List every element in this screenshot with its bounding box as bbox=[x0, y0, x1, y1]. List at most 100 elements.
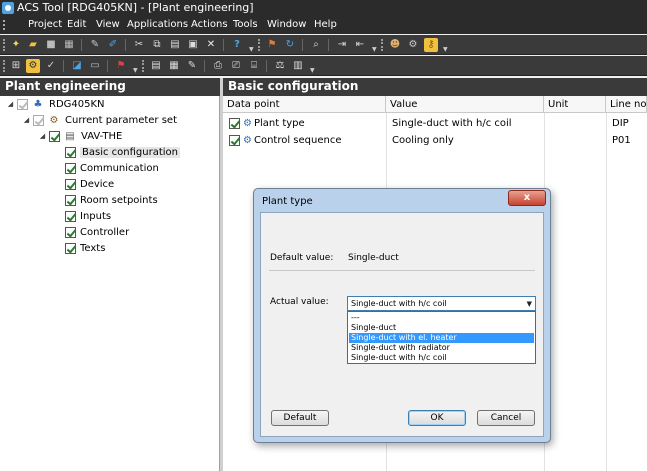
brush-icon[interactable]: ✎ bbox=[88, 38, 102, 52]
edit-pen-icon[interactable]: ✐ bbox=[106, 38, 120, 52]
panel-icon[interactable]: ▭ bbox=[88, 59, 102, 73]
column-header-unit[interactable]: Unit bbox=[544, 96, 606, 113]
dropdown-option[interactable]: --- bbox=[349, 313, 534, 323]
save-icon[interactable]: ■ bbox=[44, 38, 58, 52]
list-icon[interactable]: ▤ bbox=[149, 59, 163, 73]
value-cell[interactable]: Cooling only bbox=[388, 132, 544, 149]
connect-icon[interactable]: ⚙ bbox=[26, 59, 40, 73]
menu-applications[interactable]: Applications bbox=[127, 19, 188, 30]
menu-project[interactable]: Project bbox=[28, 19, 62, 30]
check-icon[interactable]: ✓ bbox=[44, 59, 58, 73]
menu-grip-handle[interactable] bbox=[3, 20, 5, 30]
pencil-icon[interactable]: ✎ bbox=[185, 59, 199, 73]
data-point-cell[interactable]: ⚙ Control sequence bbox=[225, 132, 386, 149]
menu-actions[interactable]: Actions bbox=[191, 19, 228, 30]
table-row[interactable]: ⚙ Control sequence Cooling only P01 bbox=[223, 132, 647, 149]
tree-checkbox[interactable] bbox=[65, 146, 76, 158]
copy-icon[interactable]: ⧉ bbox=[150, 38, 164, 52]
menu-edit[interactable]: Edit bbox=[67, 19, 86, 30]
menu-help[interactable]: Help bbox=[314, 19, 337, 30]
ok-button[interactable]: OK bbox=[408, 410, 466, 426]
zoom-icon[interactable]: ⌕ bbox=[309, 38, 323, 52]
page-setup-icon[interactable]: ⌸ bbox=[247, 59, 261, 73]
tree-checkbox[interactable] bbox=[65, 210, 76, 222]
toolbar-overflow-icon[interactable]: ▼ bbox=[310, 68, 316, 74]
user-icon[interactable]: ☻ bbox=[388, 38, 402, 52]
column-header-line-no[interactable]: Line no. bbox=[606, 96, 647, 113]
toolbar-grip[interactable] bbox=[3, 60, 5, 72]
dropdown-option-highlighted[interactable]: Single-duct with el. heater bbox=[349, 333, 534, 343]
paste-special-icon[interactable]: ▣ bbox=[186, 38, 200, 52]
menu-view[interactable]: View bbox=[96, 19, 120, 30]
tree-node-inputs[interactable]: Inputs bbox=[54, 208, 111, 224]
print-icon[interactable]: ⎙ bbox=[211, 59, 225, 73]
import-icon[interactable]: ⇤ bbox=[353, 38, 367, 52]
toolbar-grip[interactable] bbox=[142, 60, 144, 72]
tree-checkbox[interactable] bbox=[65, 162, 76, 174]
open-folder-icon[interactable]: ▰ bbox=[26, 38, 40, 52]
toolbar-overflow-icon[interactable]: ▼ bbox=[133, 68, 139, 74]
table-row[interactable]: ⚙ Plant type Single-duct with h/c coil D… bbox=[223, 115, 647, 132]
tree-checkbox[interactable] bbox=[33, 114, 44, 126]
cancel-button[interactable]: Cancel bbox=[477, 410, 535, 426]
print-preview-icon[interactable]: ⎚ bbox=[229, 59, 243, 73]
collapse-triangle-icon[interactable]: ◢ bbox=[22, 116, 31, 124]
new-project-icon[interactable]: ✦ bbox=[9, 38, 23, 52]
column-header-data-point[interactable]: Data point bbox=[223, 96, 386, 113]
dropdown-option[interactable]: Single-duct with h/c coil bbox=[349, 353, 534, 363]
column-header-value[interactable]: Value bbox=[386, 96, 544, 113]
gear-icon[interactable]: ⚙ bbox=[406, 38, 420, 52]
toolbar-overflow-icon[interactable]: ▼ bbox=[372, 47, 378, 53]
value-cell[interactable]: Single-duct with h/c coil bbox=[388, 115, 544, 132]
close-button[interactable]: x bbox=[508, 190, 546, 206]
menu-window[interactable]: Window bbox=[267, 19, 306, 30]
key-icon[interactable]: ⚷ bbox=[424, 38, 438, 52]
dropdown-option[interactable]: Single-duct bbox=[349, 323, 534, 333]
tree-checkbox[interactable] bbox=[65, 242, 76, 254]
tree-node-texts[interactable]: Texts bbox=[54, 240, 105, 256]
menu-tools[interactable]: Tools bbox=[233, 19, 258, 30]
grid-icon[interactable]: ▦ bbox=[62, 38, 76, 52]
paste-icon[interactable]: ▤ bbox=[168, 38, 182, 52]
tree-checkbox[interactable] bbox=[65, 226, 76, 238]
tree-node-device[interactable]: ◢ ♣ RDG405KN bbox=[6, 96, 105, 112]
trend-icon[interactable]: ◪ bbox=[70, 59, 84, 73]
tree-node-parameter-set[interactable]: ◢ ⚙ Current parameter set bbox=[22, 112, 177, 128]
tree-node-room-setpoints[interactable]: Room setpoints bbox=[54, 192, 158, 208]
toolbar-grip[interactable] bbox=[258, 39, 260, 51]
refresh-icon[interactable]: ↻ bbox=[283, 38, 297, 52]
dip-switch-icon[interactable]: ▥ bbox=[291, 59, 305, 73]
toolbar-overflow-icon[interactable]: ▼ bbox=[249, 47, 255, 53]
default-button[interactable]: Default bbox=[271, 410, 329, 426]
help-question-icon[interactable]: ? bbox=[230, 38, 244, 52]
chevron-down-icon[interactable]: ▼ bbox=[527, 300, 532, 308]
tree-node-vav-the[interactable]: ◢ ▤ VAV-THE bbox=[38, 128, 122, 144]
flag-icon[interactable]: ⚑ bbox=[114, 59, 128, 73]
collapse-triangle-icon[interactable]: ◢ bbox=[6, 100, 15, 108]
cut-icon[interactable]: ✂ bbox=[132, 38, 146, 52]
toolbar-grip[interactable] bbox=[3, 39, 5, 51]
compare-icon[interactable]: ⚖ bbox=[273, 59, 287, 73]
tree-node-controller[interactable]: Controller bbox=[54, 224, 129, 240]
tree-node-communication[interactable]: Communication bbox=[54, 160, 159, 176]
tree-checkbox[interactable] bbox=[65, 194, 76, 206]
export-icon[interactable]: ⇥ bbox=[335, 38, 349, 52]
data-point-cell[interactable]: ⚙ Plant type bbox=[225, 115, 386, 132]
row-checkbox[interactable] bbox=[229, 135, 240, 146]
toolbar-separator bbox=[302, 39, 303, 51]
network-icon[interactable]: ⚑ bbox=[265, 38, 279, 52]
toolbar-grip[interactable] bbox=[381, 39, 383, 51]
tree-view-icon[interactable]: ⊞ bbox=[9, 59, 23, 73]
tree-checkbox[interactable] bbox=[17, 98, 28, 110]
tree-checkbox[interactable] bbox=[49, 130, 60, 142]
collapse-triangle-icon[interactable]: ◢ bbox=[38, 132, 47, 140]
actual-value-dropdown[interactable]: Single-duct with h/c coil ▼ bbox=[347, 296, 536, 311]
table-icon[interactable]: ▦ bbox=[167, 59, 181, 73]
tree-checkbox[interactable] bbox=[65, 178, 76, 190]
toolbar-overflow-icon[interactable]: ▼ bbox=[443, 47, 449, 53]
dropdown-option[interactable]: Single-duct with radiator bbox=[349, 343, 534, 353]
delete-icon[interactable]: ✕ bbox=[204, 38, 218, 52]
row-checkbox[interactable] bbox=[229, 118, 240, 129]
tree-node-basic-configuration[interactable]: Basic configuration bbox=[54, 144, 180, 160]
tree-node-device-settings[interactable]: Device bbox=[54, 176, 114, 192]
